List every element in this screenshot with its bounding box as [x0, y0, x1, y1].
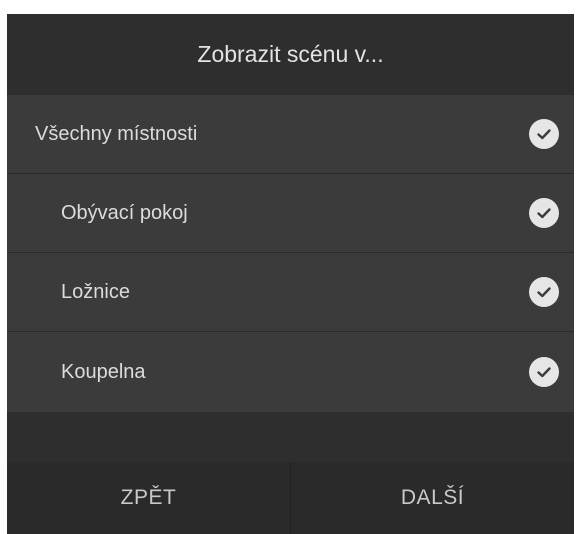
divider [7, 412, 574, 457]
list-item-label: Obývací pokoj [61, 201, 188, 224]
dialog-buttons: ZPĚT DALŠÍ [7, 462, 574, 534]
list-item-label: Koupelna [61, 360, 146, 383]
check-circle-icon[interactable] [529, 198, 559, 228]
check-circle-icon[interactable] [529, 277, 559, 307]
room-list: Všechny místnosti Obývací pokoj Ložnice … [7, 95, 574, 412]
list-item-bedroom[interactable]: Ložnice [7, 253, 574, 332]
scene-room-dialog: Zobrazit scénu v... Všechny místnosti Ob… [7, 14, 574, 534]
dialog-title: Zobrazit scénu v... [7, 14, 574, 95]
list-item-living-room[interactable]: Obývací pokoj [7, 174, 574, 253]
back-button[interactable]: ZPĚT [7, 462, 290, 534]
list-item-bathroom[interactable]: Koupelna [7, 332, 574, 412]
list-item-all-rooms[interactable]: Všechny místnosti [7, 95, 574, 174]
list-item-label: Všechny místnosti [35, 122, 198, 145]
check-circle-icon[interactable] [529, 119, 559, 149]
next-button[interactable]: DALŠÍ [290, 462, 574, 534]
list-item-label: Ložnice [61, 280, 130, 303]
check-circle-icon[interactable] [529, 357, 559, 387]
